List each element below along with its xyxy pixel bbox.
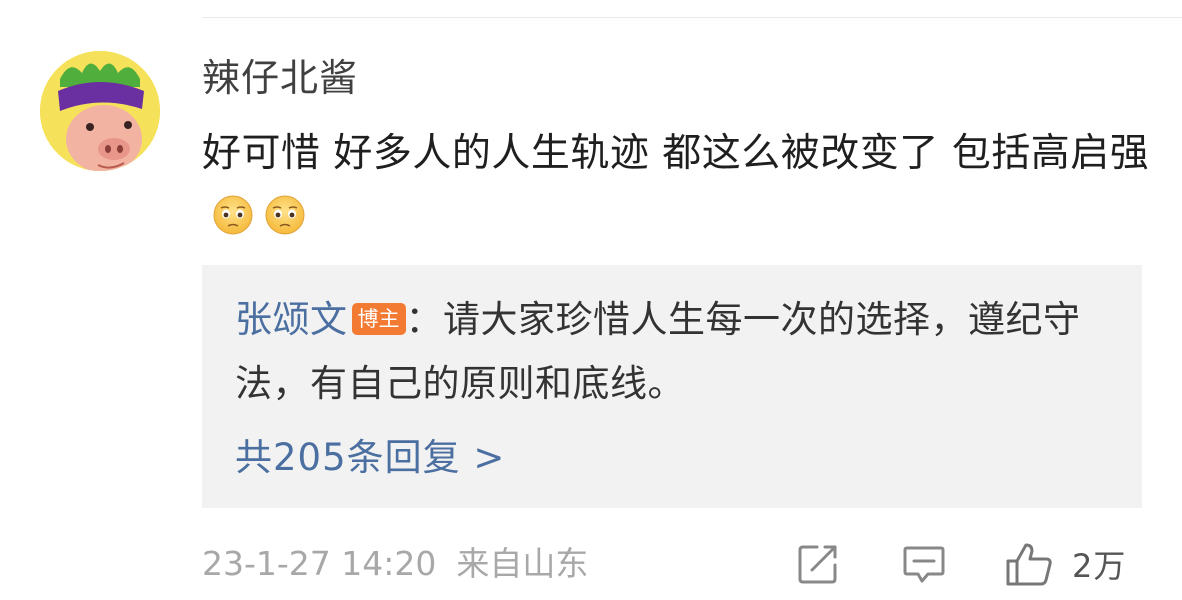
pleading-face-emoji-icon	[265, 195, 305, 235]
share-button[interactable]	[795, 540, 841, 588]
username[interactable]: 辣仔北酱	[202, 50, 358, 106]
avatar-image	[40, 51, 160, 171]
reply-preview[interactable]: 张颂文 博主 ：请大家珍惜人生每一次的选择，遵纪守法，有自己的原则和底线。 共205…	[202, 265, 1142, 508]
reply-author-name[interactable]: 张颂文	[235, 298, 348, 341]
comment-icon	[903, 546, 945, 583]
like-count: 2万	[1072, 547, 1127, 585]
top-divider	[202, 17, 1182, 18]
reply-body: 张颂文 博主 ：请大家珍惜人生每一次的选择，遵纪守法，有自己的原则和底线。	[235, 288, 1105, 416]
like-button[interactable]: 2万	[1004, 540, 1126, 588]
avatar[interactable]	[40, 51, 160, 171]
author-badge: 博主	[351, 303, 406, 335]
thumbs-up-icon	[1006, 543, 1052, 586]
timestamp: 23-1-27 14:20	[202, 544, 437, 583]
comment-card: 辣仔北酱 好可惜 好多人的人生轨迹 都这么被改变了 包括高启强 张颂文 博主 ：…	[0, 0, 1182, 600]
reply-button[interactable]	[901, 540, 947, 588]
pleading-face-emoji-icon	[213, 195, 253, 235]
location: 来自山东	[456, 544, 589, 583]
view-replies-link[interactable]: 共205条回复 >	[235, 430, 505, 486]
comment-meta: 23-1-27 14:20 来自山东	[202, 538, 588, 590]
comment-text: 好可惜 好多人的人生轨迹 都这么被改变了 包括高启强	[202, 131, 1150, 176]
comment-body: 好可惜 好多人的人生轨迹 都这么被改变了 包括高启强	[202, 122, 1162, 250]
share-icon	[798, 545, 837, 584]
